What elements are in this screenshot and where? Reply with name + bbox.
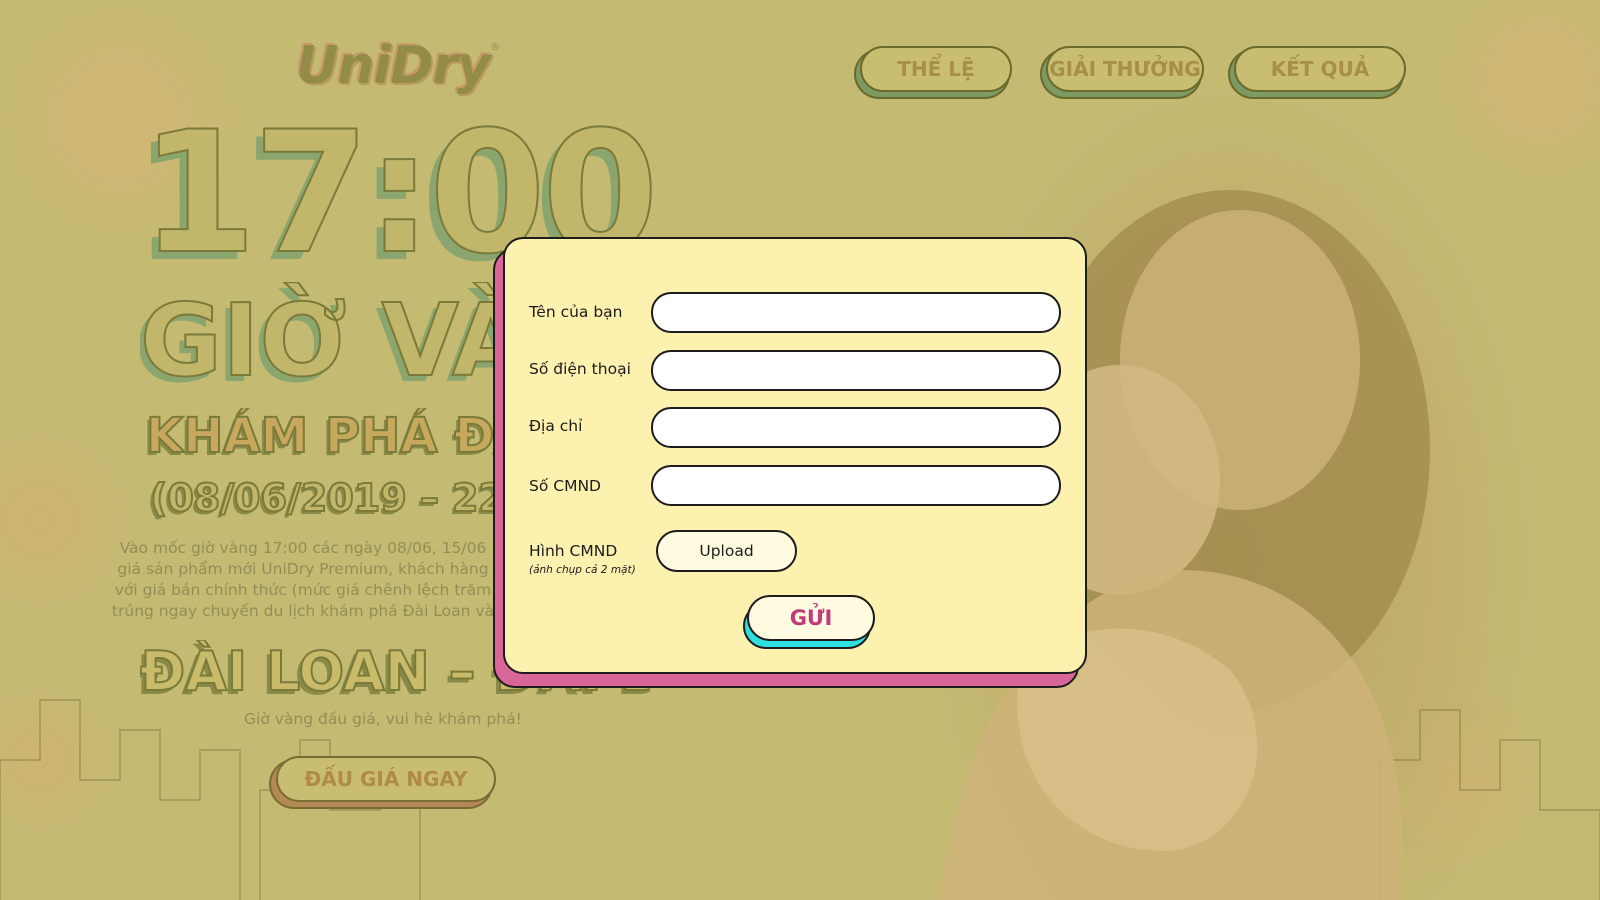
phone-input[interactable]: [651, 350, 1061, 391]
name-label: Tên của bạn: [529, 303, 623, 321]
name-input[interactable]: [651, 292, 1061, 333]
hero-description: Vào mốc giờ vàng 17:00 các ngày 08/06, 1…: [108, 538, 498, 622]
hero-subheadline: KHÁM PHÁ ĐÀI LOAN: [146, 408, 496, 464]
hero-tagline: Giờ vàng đấu giá, vui hè khám phá!: [244, 710, 522, 728]
address-label: Địa chỉ: [529, 417, 583, 435]
hero-description-line: Vào mốc giờ vàng 17:00 các ngày 08/06, 1…: [119, 539, 487, 557]
nav-results-button[interactable]: KẾT QUẢ: [1234, 46, 1406, 92]
address-input[interactable]: [651, 407, 1061, 448]
hero-headline: GIỜ VÀNG: [140, 282, 500, 399]
bid-now-button[interactable]: ĐẤU GIÁ NGAY: [276, 756, 496, 802]
phone-label: Số điện thoại: [529, 360, 631, 378]
registration-form-modal: Tên của bạn Số điện thoại Địa chỉ Số CMN…: [503, 237, 1087, 674]
hero-description-line: giá sản phẩm mới UniDry Premium, khách h…: [117, 560, 489, 578]
id-photo-hint: (ảnh chụp cả 2 mặt): [529, 564, 636, 576]
id-number-input[interactable]: [651, 465, 1061, 506]
hero-description-line: với giá bán chính thức (mức giá chênh lệ…: [114, 581, 492, 599]
upload-button[interactable]: Upload: [656, 530, 797, 572]
id-photo-label: Hình CMND: [529, 542, 618, 560]
nav-prizes-button[interactable]: GIẢI THƯỞNG: [1046, 46, 1204, 92]
unidry-logo[interactable]: UniDry: [296, 36, 491, 96]
nav-rules-button[interactable]: THỂ LỆ: [860, 46, 1012, 92]
hero-description-line: trúng ngay chuyến du lịch khám phá Đài L…: [111, 602, 495, 620]
hero-date-range: (08/06/2019 – 22/06/2019): [150, 476, 495, 520]
submit-button[interactable]: GỬI: [747, 595, 875, 641]
id-number-label: Số CMND: [529, 477, 601, 495]
registered-mark: ®: [490, 42, 500, 53]
